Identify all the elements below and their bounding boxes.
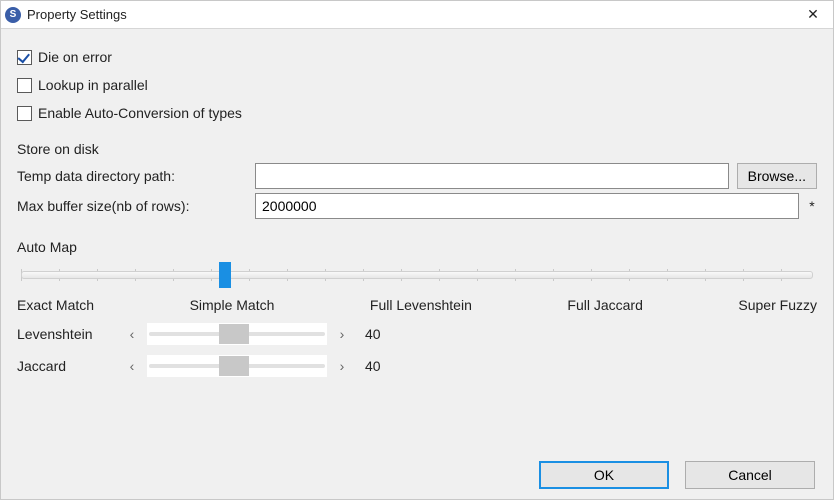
jaccard-increment-icon[interactable]: › xyxy=(327,358,357,374)
levenshtein-slider-handle[interactable] xyxy=(219,324,249,344)
levenshtein-decrement-icon[interactable]: ‹ xyxy=(117,326,147,342)
buffer-input[interactable] xyxy=(255,193,799,219)
cancel-button[interactable]: Cancel xyxy=(685,461,815,489)
temp-path-label: Temp data directory path: xyxy=(17,168,247,184)
jaccard-decrement-icon[interactable]: ‹ xyxy=(117,358,147,374)
jaccard-slider[interactable] xyxy=(147,355,327,377)
temp-path-input[interactable] xyxy=(255,163,729,189)
jaccard-value: 40 xyxy=(357,358,407,374)
automap-scale: Exact Match Simple Match Full Levenshtei… xyxy=(17,297,817,313)
dialog-window: S Property Settings ✕ Die on error Looku… xyxy=(0,0,834,500)
levenshtein-slider[interactable] xyxy=(147,323,327,345)
window-title: Property Settings xyxy=(27,7,127,22)
automap-slider-handle[interactable] xyxy=(219,262,231,288)
required-marker: * xyxy=(807,198,817,214)
dialog-body: Die on error Lookup in parallel Enable A… xyxy=(1,29,833,451)
store-on-disk-group: Store on disk Temp data directory path: … xyxy=(17,137,817,223)
automap-slider[interactable] xyxy=(21,263,813,287)
close-icon[interactable]: ✕ xyxy=(797,1,829,28)
automap-subsliders: Levenshtein ‹ › 40 Jaccard ‹ › 40 xyxy=(17,323,407,377)
titlebar: S Property Settings ✕ xyxy=(1,1,833,29)
die-on-error-checkbox[interactable] xyxy=(17,50,32,65)
scale-full-jaccard: Full Jaccard xyxy=(567,297,642,313)
checkbox-row-auto-conversion: Enable Auto-Conversion of types xyxy=(17,101,817,125)
auto-conversion-label: Enable Auto-Conversion of types xyxy=(38,105,242,121)
auto-conversion-checkbox[interactable] xyxy=(17,106,32,121)
scale-simple-match: Simple Match xyxy=(190,297,275,313)
jaccard-label: Jaccard xyxy=(17,358,117,374)
buffer-row: Max buffer size(nb of rows): * xyxy=(17,193,817,219)
store-group-title: Store on disk xyxy=(17,141,817,157)
jaccard-slider-handle[interactable] xyxy=(219,356,249,376)
button-bar: OK Cancel xyxy=(1,451,833,499)
ok-button[interactable]: OK xyxy=(539,461,669,489)
automap-group-title: Auto Map xyxy=(17,239,817,255)
lookup-parallel-checkbox[interactable] xyxy=(17,78,32,93)
checkbox-row-die-on-error: Die on error xyxy=(17,45,817,69)
lookup-parallel-label: Lookup in parallel xyxy=(38,77,148,93)
levenshtein-value: 40 xyxy=(357,326,407,342)
scale-exact-match: Exact Match xyxy=(17,297,94,313)
checkbox-row-lookup-parallel: Lookup in parallel xyxy=(17,73,817,97)
buffer-label: Max buffer size(nb of rows): xyxy=(17,198,247,214)
levenshtein-label: Levenshtein xyxy=(17,326,117,342)
auto-map-group: Auto Map Exact Match Simple Match Full L… xyxy=(17,235,817,377)
scale-super-fuzzy: Super Fuzzy xyxy=(738,297,817,313)
browse-button[interactable]: Browse... xyxy=(737,163,817,189)
levenshtein-increment-icon[interactable]: › xyxy=(327,326,357,342)
app-icon: S xyxy=(5,7,21,23)
scale-full-levenshtein: Full Levenshtein xyxy=(370,297,472,313)
temp-path-row: Temp data directory path: Browse... xyxy=(17,163,817,189)
die-on-error-label: Die on error xyxy=(38,49,112,65)
